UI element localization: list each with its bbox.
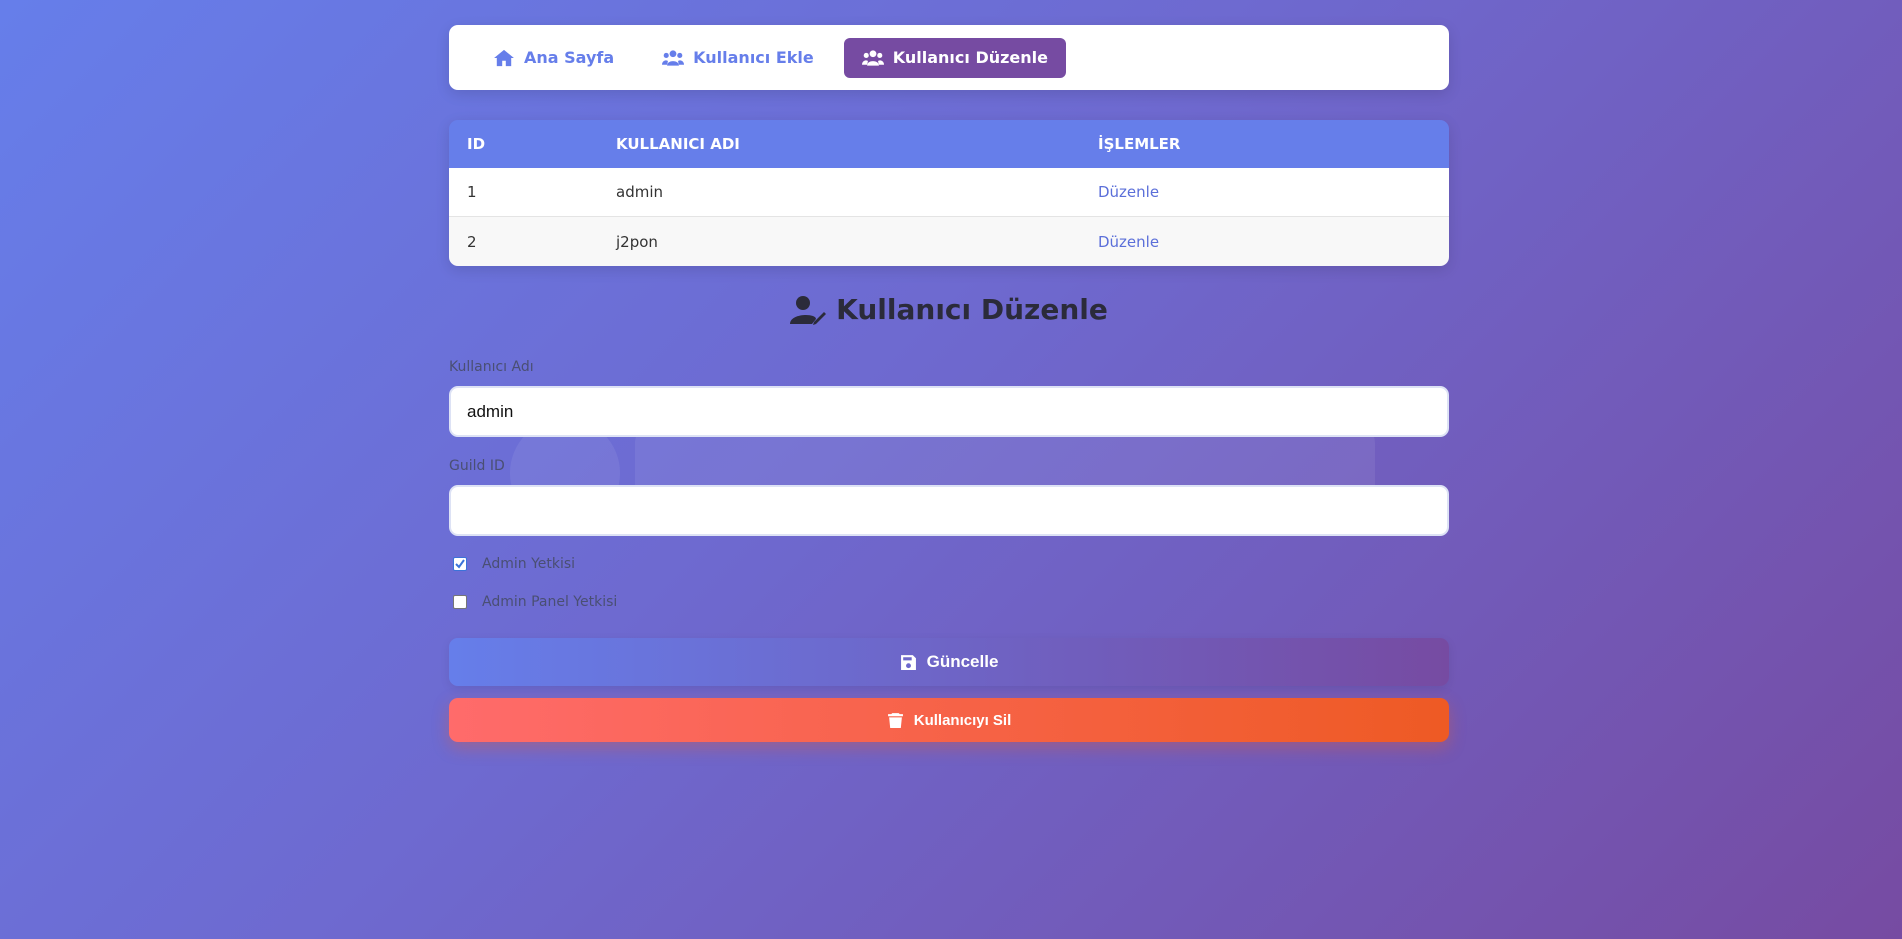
- column-header-id: ID: [467, 135, 486, 153]
- save-icon: [900, 654, 916, 670]
- admin-permission-label: Admin Yetkisi: [482, 556, 576, 572]
- cell-id: 2: [467, 232, 477, 251]
- table-header: ID KULLANICI ADI İŞLEMLER: [449, 120, 1449, 168]
- form-title-text: Kullanıcı Düzenle: [836, 293, 1108, 326]
- nav-link-label: Kullanıcı Düzenle: [892, 48, 1048, 67]
- username-input[interactable]: [449, 386, 1449, 437]
- users-icon: [861, 49, 884, 66]
- users-icon: [662, 49, 685, 66]
- delete-user-button[interactable]: Kullanıcıyı Sil: [449, 698, 1449, 742]
- trash-icon: [887, 712, 903, 728]
- cell-username: j2pon: [616, 232, 658, 251]
- checkmark-icon: [455, 559, 465, 569]
- edit-user-link[interactable]: Düzenle: [1098, 183, 1159, 201]
- nav-link-add-user[interactable]: Kullanıcı Ekle: [644, 38, 832, 78]
- admin-panel-permission-row: Admin Panel Yetkisi: [453, 594, 617, 610]
- admin-panel-permission-checkbox[interactable]: [453, 595, 467, 609]
- guild-id-input[interactable]: [449, 485, 1449, 536]
- admin-permission-checkbox[interactable]: [453, 557, 467, 571]
- column-header-actions: İŞLEMLER: [1098, 135, 1181, 153]
- user-edit-icon: [790, 295, 827, 325]
- cell-id: 1: [467, 183, 477, 201]
- edit-user-link[interactable]: Düzenle: [1098, 233, 1159, 251]
- table-row: 1 admin Düzenle: [449, 168, 1449, 217]
- nav-link-label: Ana Sayfa: [524, 48, 615, 67]
- nav-link-edit-user[interactable]: Kullanıcı Düzenle: [843, 37, 1066, 78]
- nav-link-label: Kullanıcı Ekle: [693, 48, 814, 67]
- username-label: Kullanıcı Adı: [449, 359, 534, 375]
- nav-link-home[interactable]: Ana Sayfa: [475, 38, 632, 78]
- users-table: ID KULLANICI ADI İŞLEMLER 1 admin Düzenl…: [449, 120, 1449, 266]
- cell-username: admin: [616, 183, 663, 201]
- column-header-username: KULLANICI ADI: [616, 135, 740, 153]
- admin-panel-permission-label: Admin Panel Yetkisi: [482, 594, 618, 610]
- update-button[interactable]: Güncelle: [449, 638, 1449, 686]
- guild-id-label: Guild ID: [449, 458, 505, 474]
- form-title: Kullanıcı Düzenle: [449, 293, 1449, 326]
- top-navbar: Ana Sayfa Kullanıcı Ekle Kullanıcı Düzen…: [449, 25, 1449, 90]
- admin-permission-row: Admin Yetkisi: [453, 556, 575, 572]
- delete-user-button-label: Kullanıcıyı Sil: [913, 711, 1012, 729]
- home-icon: [494, 49, 514, 66]
- update-button-label: Güncelle: [926, 652, 999, 671]
- table-row: 2 j2pon Düzenle: [449, 217, 1449, 266]
